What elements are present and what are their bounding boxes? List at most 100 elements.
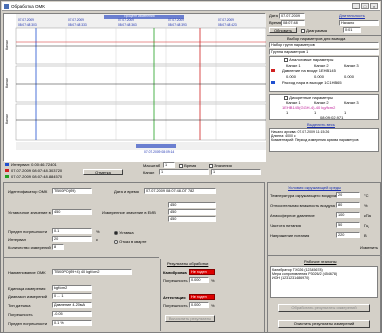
mark-button[interactable]: Отметка [83,169,123,175]
discrete-name: 1ЕНВ145(GGH-4)-40 kg/fcm2 [282,105,336,110]
date-field[interactable]: 07.07.2009 [279,13,305,19]
env-row-label: Частота питания [270,223,301,228]
set-combo[interactable]: Набор групп параметров [269,42,379,48]
graph-panel[interactable]: Канал Канал Канал Процент изменения 07.0… [3,13,266,162]
dt-label: Дата и время [114,189,139,194]
sig-label: Тип датчика [8,303,31,308]
sig-field[interactable]: Давление 4-20мА [52,302,92,308]
row-label-3: Канал [5,114,9,124]
range-field[interactable]: 0 ... 1 [52,293,92,299]
count-field[interactable]: 8 [52,244,64,250]
attest-err: 0.000 [189,302,209,308]
count-label: Количество измерений [8,245,51,250]
row-label-1: Канал [5,40,9,50]
etalon-list[interactable]: Калибратор ТХ026 (12345678) Мера сопроти… [270,266,378,298]
calib-status: Не годен [189,269,215,275]
clear-button[interactable]: Очистить результаты измерений [278,320,370,328]
env-row-field[interactable]: 220 [336,232,360,238]
values-checkbox[interactable]: Значения [209,163,232,168]
channel-combo-2[interactable]: 1 [211,169,261,175]
diagram-field[interactable]: 0:01 [343,27,361,33]
etalon-header: Рабочие эталоны [304,259,337,264]
analog-header[interactable]: Аналоговые параметры [284,57,333,62]
env-row-field[interactable]: 20 [336,192,360,198]
main-window: Обработка ОМК _ □ × Канал Канал Канал Пр… [0,0,382,333]
select-all-link[interactable]: Выделить весь [307,122,335,127]
process-button[interactable]: Обработать результаты измерений [278,304,370,312]
calib-err-unit: % [211,278,215,283]
archive-note: Начало архива: 07.07.2009 11:15:26 Длинн… [269,128,379,152]
time-tick-time: 08:07:48 423 [218,23,237,27]
radio-setpoint[interactable]: Уставка [114,230,134,235]
env-row-unit: кПа [364,213,371,218]
interval-unit: с [96,237,98,242]
minimize-button[interactable]: _ [352,3,360,9]
attest-err-unit: % [211,303,215,308]
err-limit-field[interactable]: 0.1 % [52,320,92,326]
range-label: Диапазон измерений [8,294,48,299]
interval-label: Интервал [8,237,26,242]
env-row-field[interactable]: 50 [336,222,360,228]
err-label: Погрешность [8,312,33,317]
etalon-item-3[interactable]: ИОН (1231231486970) [272,276,376,280]
set-field[interactable]: 450 [52,209,92,215]
zoom-field[interactable]: 1 [163,162,175,168]
attest-status: Не годен [189,294,215,300]
refresh-button[interactable]: Обновить [269,27,297,33]
graph-controls: Интервал: 0.00:46.72401 07.07.2009 08:07:… [3,162,265,181]
meas-field-1[interactable]: 450 [168,202,216,208]
meas-field-2[interactable]: 450 [168,209,216,215]
env-change-link[interactable]: Изменить [360,245,378,250]
window-title: Обработка ОМК [11,3,45,9]
row-color-2 [271,80,275,85]
calc-results-button[interactable]: Вычислить результаты [165,315,215,322]
id-field[interactable]: ТВХ0РО(б9) [52,188,92,194]
unit-label: Единица измерения [8,286,46,291]
discrete-val-3: 1 [344,110,347,115]
diagram-checkbox[interactable]: Диаграмма [301,28,327,33]
title-bar: Обработка ОМК _ □ × [2,2,380,11]
attest-err-label: Погрешность [163,303,188,308]
env-row-field[interactable]: 80 [336,202,360,208]
channel-panel-3 [15,103,266,141]
env-row-field[interactable]: 100 [336,212,360,218]
attest-label: Аттестация [163,295,186,300]
legend-item[interactable]: 07.07.2009 08:07:48.303720 [5,168,62,173]
time-tick-time: 08:07:48 303 [18,23,37,27]
zoom-label: Масштаб [143,163,161,168]
graph-svg [4,14,266,162]
env-row-label: Напряжение питания [270,233,310,238]
analog-table: Аналоговые параметры Канал 1 Канал 2 Кан… [269,56,379,92]
dt-field[interactable]: 07.07.2009 08:07:48.ОГ 782 [144,188,216,194]
unit-field[interactable]: kgf/cm2 [52,285,92,291]
group-combo[interactable]: Группа параметров 1 [269,49,379,55]
radio-quarter[interactable]: Отказ в кварте [114,239,146,244]
id-label: Идентификатор ОМК [8,189,48,194]
err-field[interactable]: -0.05 [52,311,92,317]
meas-field-3[interactable]: 450 [168,216,216,222]
time-checkbox[interactable]: Время [179,163,196,168]
env-header: Условия окружающей среды [288,185,341,190]
legend-label: 07.07.2009 08:07:48.303720 [11,168,63,173]
duration-link[interactable]: Длительность [339,13,365,18]
bottom-time: 07.07.2009 08:09:14 [144,150,175,154]
legend-label: 07.07.2009 08:07:48.884570 [11,174,63,179]
legend-item[interactable]: 07.07.2009 08:07:48.884570 [5,174,62,179]
interval-field[interactable]: 20 [52,236,92,242]
maximize-button[interactable]: □ [361,3,369,9]
measurement-form: Идентификатор ОМК ТВХ0РО(б9) Дата и врем… [3,182,265,333]
close-button[interactable]: × [370,3,378,9]
environment-panel: Условия окружающей среды Температура окр… [267,182,382,333]
name-field[interactable]: ТВХ0РО(б9+4) 40 kgf/cm2 [52,269,132,275]
analog-name-2: Расход пара в выходе 1С1НВ65 [282,80,342,85]
env-row-unit: В [364,233,367,238]
legend-item[interactable]: Интервал: 0.00:46.72401 [5,162,57,167]
start-combo[interactable]: Начало [339,20,379,26]
calib-err: 0.000 [189,277,209,283]
time-field[interactable]: 08:07:48 [281,20,305,26]
limit-field[interactable]: 0.1 [52,228,92,234]
results-panel: Результаты обработки Калибровка Не годен… [160,259,218,331]
analog-val-2: 0.000 [314,74,325,79]
row-label-2: Канал [5,78,9,88]
channel-combo[interactable]: 1 [159,169,209,175]
